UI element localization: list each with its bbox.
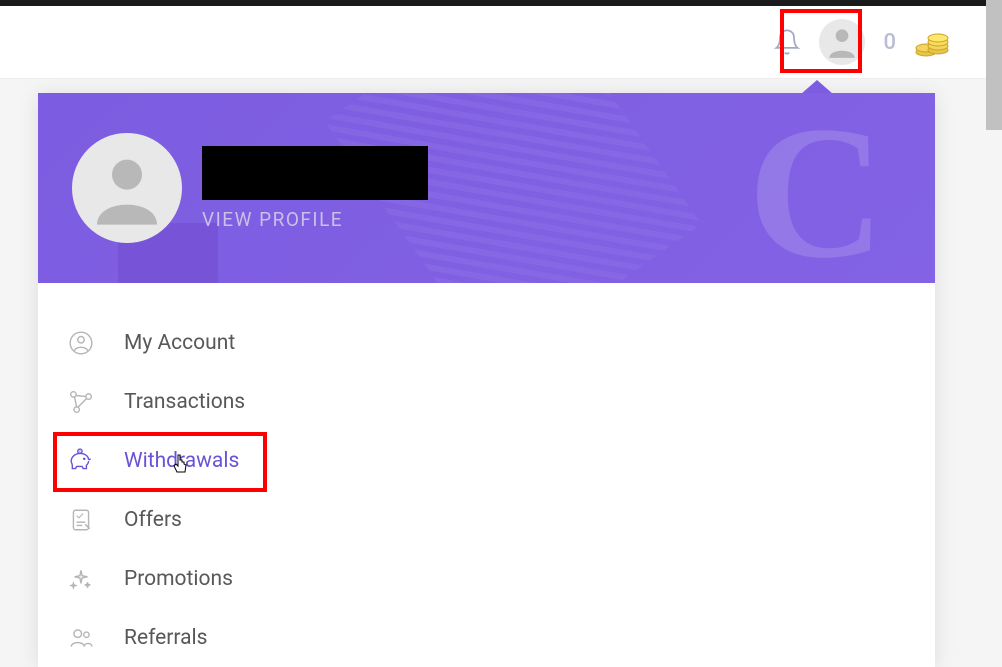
coin-count: 0 <box>883 30 896 55</box>
coins-icon <box>914 26 952 58</box>
menu-item-my-account[interactable]: My Account <box>68 313 905 372</box>
svg-text:$: $ <box>79 448 81 453</box>
menu-item-promotions[interactable]: Promotions <box>68 549 905 608</box>
menu-item-label: Promotions <box>124 567 233 591</box>
menu-item-transactions[interactable]: Transactions <box>68 372 905 431</box>
menu-item-referrals[interactable]: Referrals <box>68 608 905 667</box>
view-profile-link[interactable]: VIEW PROFILE <box>202 208 428 231</box>
user-circle-icon <box>68 330 124 356</box>
profile-avatar-large <box>72 133 182 243</box>
dropdown-arrow <box>801 80 833 94</box>
menu-item-label: Transactions <box>124 390 245 414</box>
menu-item-label: Referrals <box>124 626 207 650</box>
menu-list: My Account Transactions <box>38 283 935 667</box>
sparkle-icon <box>68 566 124 592</box>
bell-icon[interactable] <box>773 28 801 56</box>
menu-item-label: My Account <box>124 331 235 355</box>
header-avatar[interactable] <box>819 19 865 65</box>
header-bar: 0 <box>0 6 1002 79</box>
scrollbar[interactable] <box>986 0 1002 130</box>
piggy-bank-icon: $ <box>68 448 124 474</box>
checklist-icon <box>68 507 124 533</box>
menu-item-label: Withdrawals <box>124 449 239 473</box>
network-icon <box>68 389 124 415</box>
menu-item-label: Offers <box>124 508 182 532</box>
profile-dropdown: C VIEW PROFILE My Account <box>38 93 935 667</box>
menu-item-offers[interactable]: Offers <box>68 490 905 549</box>
menu-item-withdrawals[interactable]: $ Withdrawals <box>68 431 905 490</box>
profile-info: VIEW PROFILE <box>202 146 428 231</box>
users-icon <box>68 625 124 651</box>
profile-name-redacted <box>202 146 428 200</box>
profile-header: C VIEW PROFILE <box>38 93 935 283</box>
profile-bg-letter: C <box>748 98 885 283</box>
